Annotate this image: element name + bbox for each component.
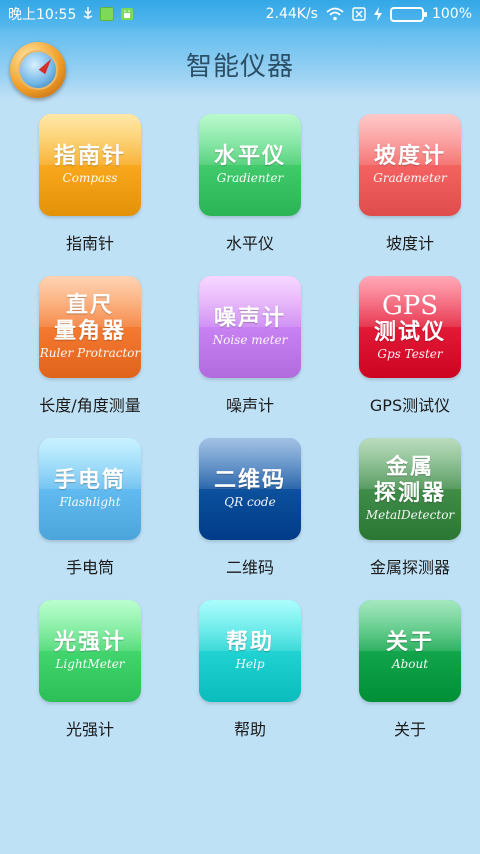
tile-subtitle: Help [235, 657, 265, 671]
light-meter-icon[interactable]: 光强计 LightMeter [39, 600, 141, 702]
instrument-label: 坡度计 [385, 234, 434, 253]
instrument-item-about[interactable]: 关于 About 关于 [340, 600, 480, 740]
instrument-label: 金属探测器 [369, 558, 450, 577]
tile-title: 金属 [385, 455, 434, 480]
instrument-item-metal-detector[interactable]: 金属 探测器 MetalDetector 金属探测器 [340, 438, 480, 578]
level-icon[interactable]: 水平仪 Gradienter [199, 114, 301, 216]
tile-title: 帮助 [225, 630, 274, 655]
noise-meter-icon[interactable]: 噪声计 Noise meter [199, 276, 301, 378]
instrument-item-qr-code[interactable]: 二维码 QR code 二维码 [180, 438, 320, 578]
instrument-item-help[interactable]: 帮助 Help 帮助 [180, 600, 320, 740]
page-title: 智能仪器 [185, 52, 294, 82]
tile-title: 水平仪 [213, 144, 286, 169]
notification-icon [100, 7, 115, 21]
tile-title: 量角器 [53, 319, 126, 344]
instrument-item-compass[interactable]: 指南针 Compass 指南针 [20, 114, 160, 254]
instrument-label: 手电筒 [65, 558, 114, 577]
instrument-label: 长度/角度测量 [39, 396, 141, 415]
tile-title: 测试仪 [373, 320, 446, 345]
wifi-icon [326, 7, 344, 21]
app-header: 智能仪器 [0, 28, 480, 100]
tile-subtitle: About [391, 657, 429, 671]
tile-title: 噪声计 [213, 306, 286, 331]
instrument-item-noise-meter[interactable]: 噪声计 Noise meter 噪声计 [180, 276, 320, 416]
instrument-label: 光强计 [65, 720, 114, 739]
about-icon[interactable]: 关于 About [359, 600, 461, 702]
tile-title: 关于 [385, 630, 434, 655]
flashlight-icon[interactable]: 手电筒 Flashlight [39, 438, 141, 540]
instrument-item-light-meter[interactable]: 光强计 LightMeter 光强计 [20, 600, 160, 740]
tile-subtitle: QR code [224, 495, 276, 509]
instrument-label: 帮助 [233, 720, 266, 739]
tile-title: 直尺 [65, 293, 114, 318]
charging-icon [373, 7, 382, 21]
gps-icon[interactable]: GPS 测试仪 Gps Tester [359, 276, 461, 378]
instrument-item-ruler[interactable]: 直尺 量角器 Ruler Protractor 长度/角度测量 [20, 276, 160, 416]
tile-subtitle: Noise meter [212, 333, 288, 347]
android-icon [120, 7, 134, 21]
metal-detector-icon[interactable]: 金属 探测器 MetalDetector [359, 438, 461, 540]
tile-subtitle: LightMeter [55, 657, 125, 671]
tile-subtitle: Ruler Protractor [39, 346, 141, 360]
tile-title: GPS [381, 291, 439, 321]
tile-subtitle: Grademeter [373, 171, 447, 185]
instrument-label: GPS测试仪 [369, 396, 451, 415]
qr-code-icon[interactable]: 二维码 QR code [199, 438, 301, 540]
tile-subtitle: Gradienter [216, 171, 284, 185]
instrument-label: 水平仪 [225, 234, 274, 253]
compass-icon[interactable]: 指南针 Compass [39, 114, 141, 216]
tile-title: 二维码 [213, 468, 286, 493]
instrument-label: 噪声计 [225, 396, 274, 415]
network-speed: 2.44K/s [265, 6, 318, 22]
tile-title: 手电筒 [53, 468, 126, 493]
instrument-item-grademeter[interactable]: 坡度计 Grademeter 坡度计 [340, 114, 480, 254]
tile-subtitle: Gps Tester [377, 347, 443, 361]
grademeter-icon[interactable]: 坡度计 Grademeter [359, 114, 461, 216]
no-sim-icon [352, 7, 366, 21]
instrument-label: 关于 [393, 720, 426, 739]
instrument-item-gps[interactable]: GPS 测试仪 Gps Tester GPS测试仪 [340, 276, 480, 416]
instrument-label: 二维码 [225, 558, 274, 577]
tile-subtitle: MetalDetector [365, 508, 455, 522]
status-bar: 晚上10:55 2.44K/s 100% [0, 0, 480, 28]
ruler-icon[interactable]: 直尺 量角器 Ruler Protractor [39, 276, 141, 378]
tile-title: 坡度计 [373, 144, 446, 169]
tile-subtitle: Compass [62, 171, 118, 185]
status-time: 晚上10:55 [8, 7, 77, 23]
battery-percent: 100% [431, 6, 472, 22]
instrument-item-flashlight[interactable]: 手电筒 Flashlight 手电筒 [20, 438, 160, 578]
tile-title: 指南针 [53, 144, 126, 169]
help-icon[interactable]: 帮助 Help [199, 600, 301, 702]
usb-icon [82, 7, 94, 21]
tile-subtitle: Flashlight [59, 495, 121, 509]
instrument-label: 指南针 [65, 234, 114, 253]
instrument-item-level[interactable]: 水平仪 Gradienter 水平仪 [180, 114, 320, 254]
battery-icon [389, 6, 427, 22]
tile-title: 探测器 [373, 481, 446, 506]
tile-title: 光强计 [53, 630, 126, 655]
